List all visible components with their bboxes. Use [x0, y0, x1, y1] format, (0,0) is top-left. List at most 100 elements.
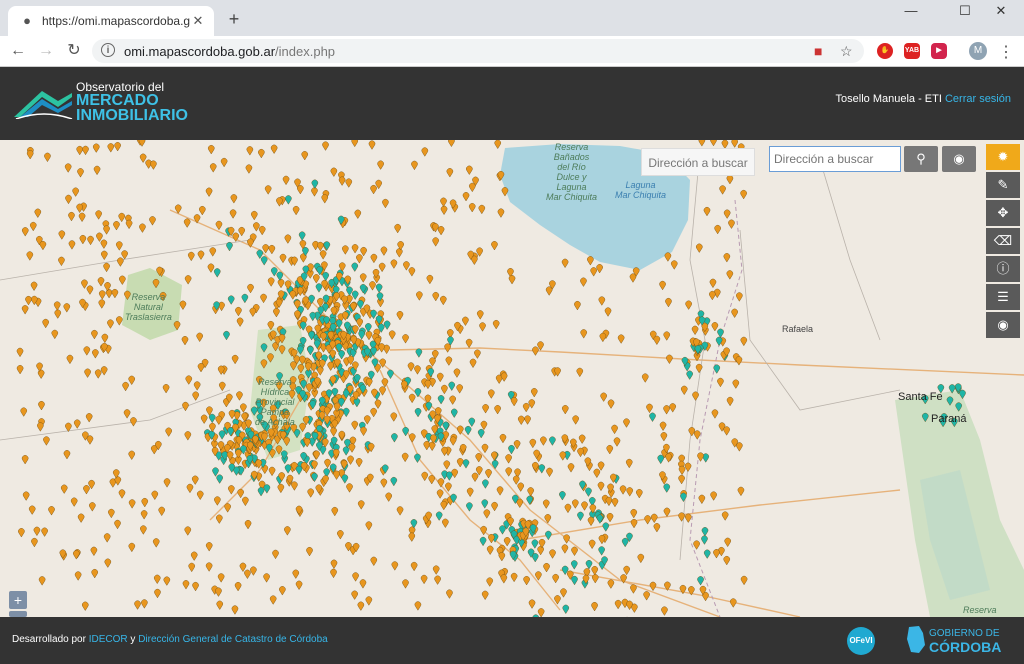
property-marker	[83, 485, 90, 495]
property-marker	[114, 476, 122, 486]
property-marker	[307, 488, 314, 498]
property-marker	[295, 580, 303, 590]
property-marker	[571, 546, 578, 556]
map-view[interactable]: Reserva Bañados del Río Dulce y Laguna Mar Ch…	[0, 140, 1024, 617]
catastro-link[interactable]: Dirección General de Catastro de Córdoba	[138, 634, 328, 645]
back-icon[interactable]: ←	[8, 41, 28, 61]
property-marker	[379, 386, 386, 396]
property-marker	[578, 434, 586, 444]
property-marker	[407, 362, 415, 372]
property-marker	[728, 219, 735, 229]
minimize-icon[interactable]: —	[888, 0, 934, 24]
property-marker	[128, 375, 135, 386]
property-marker	[445, 482, 452, 492]
property-marker	[95, 369, 102, 379]
offer-marker	[468, 417, 475, 427]
property-marker	[279, 254, 287, 264]
property-marker	[42, 319, 49, 329]
address-bar[interactable]: i omi.mapascordoba.gob.ar/index.php ■ ☆	[92, 39, 864, 63]
bookmark-star-icon[interactable]: ☆	[840, 43, 853, 60]
site-info-icon[interactable]: i	[101, 43, 115, 57]
adblock-icon[interactable]: ✋	[877, 43, 893, 59]
property-marker	[590, 267, 597, 277]
eye-icon[interactable]: ◉	[986, 312, 1020, 338]
property-marker	[245, 419, 252, 429]
property-marker	[499, 434, 507, 444]
close-window-icon[interactable]: ✕	[978, 0, 1024, 24]
zoom-in-button[interactable]: +	[9, 591, 27, 609]
property-marker	[352, 572, 359, 582]
yab-extension-icon[interactable]: YAB	[904, 43, 920, 59]
omi-logo-icon	[14, 91, 73, 119]
logout-link[interactable]: Cerrar sesión	[945, 93, 1011, 105]
property-marker	[543, 499, 550, 509]
property-marker	[216, 514, 223, 524]
pencil-icon[interactable]: ✎	[986, 172, 1020, 198]
offer-marker	[442, 421, 450, 431]
property-marker	[34, 208, 41, 218]
property-marker	[437, 226, 445, 236]
offer-marker	[499, 525, 506, 535]
property-marker	[580, 329, 587, 339]
property-marker	[449, 395, 456, 405]
browser-tab[interactable]: ● https://omi.mapascordoba.gob.a ✕	[8, 6, 214, 36]
property-marker	[561, 258, 569, 269]
offer-marker	[663, 483, 670, 493]
property-marker	[365, 596, 373, 606]
property-marker	[532, 346, 539, 356]
property-marker	[215, 221, 223, 231]
extension-icon[interactable]: ▶	[931, 43, 947, 59]
property-marker	[564, 503, 572, 514]
property-marker	[258, 149, 265, 159]
property-marker	[128, 543, 135, 553]
property-marker	[154, 589, 161, 599]
move-icon[interactable]: ✥	[986, 200, 1020, 226]
property-marker	[604, 307, 612, 317]
map-label-rafaela: Rafaela	[782, 324, 814, 334]
property-marker	[91, 330, 98, 340]
property-marker	[63, 303, 70, 313]
new-tab-button[interactable]: +	[224, 9, 244, 30]
close-tab-icon[interactable]: ✕	[190, 13, 206, 29]
property-marker	[692, 391, 699, 401]
blocked-icon[interactable]: ■	[814, 43, 822, 59]
property-marker	[191, 551, 198, 561]
property-marker	[709, 278, 717, 289]
property-marker	[214, 496, 221, 506]
property-marker	[703, 207, 711, 217]
menu-icon[interactable]: ⋮	[998, 42, 1014, 62]
sun-icon[interactable]: ✹	[986, 144, 1020, 170]
property-marker	[38, 401, 45, 411]
property-marker	[440, 501, 447, 511]
property-marker	[93, 143, 100, 153]
property-marker	[453, 368, 461, 378]
info-icon[interactable]: ⓘ	[986, 256, 1020, 282]
search-button[interactable]: ⚲	[904, 146, 938, 172]
idecor-link[interactable]: IDECOR	[89, 634, 128, 645]
address-search-input[interactable]	[769, 146, 901, 172]
property-marker	[54, 309, 61, 319]
property-marker	[443, 460, 450, 470]
property-marker	[215, 415, 222, 425]
property-marker	[466, 165, 473, 175]
property-marker	[714, 225, 721, 235]
property-marker	[231, 355, 239, 365]
offer-marker	[387, 369, 394, 380]
property-marker	[485, 469, 492, 479]
forward-icon[interactable]: →	[36, 41, 56, 61]
property-marker	[327, 361, 334, 371]
reload-icon[interactable]: ↻	[64, 41, 84, 61]
locate-button[interactable]: ◉	[942, 146, 976, 172]
property-marker	[711, 409, 719, 419]
layers-icon[interactable]: ☰	[986, 284, 1020, 310]
property-marker	[661, 606, 668, 616]
property-marker	[44, 152, 51, 163]
property-marker	[469, 358, 477, 369]
property-marker	[396, 311, 404, 321]
property-marker	[440, 296, 447, 306]
property-marker	[481, 444, 489, 454]
eraser-icon[interactable]: ⌫	[986, 228, 1020, 254]
gobierno-cordoba-logo: GOBIERNO DE CÓRDOBA	[905, 625, 1001, 660]
property-marker	[740, 190, 747, 200]
profile-avatar[interactable]: M	[969, 42, 987, 60]
